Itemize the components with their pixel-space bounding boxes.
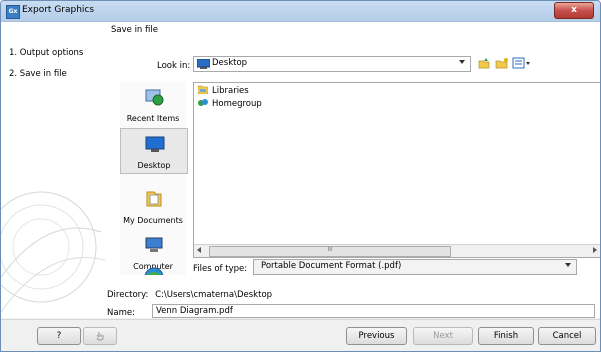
finish-button[interactable]: Finish [478,327,534,345]
horizontal-scrollbar[interactable]: III [194,244,600,257]
file-name: Libraries [212,86,249,96]
place-my-documents[interactable]: My Documents [120,184,186,228]
save-in-file-panel: Save in file Look in: Desktop Recent Ite… [105,22,600,318]
look-in-dropdown[interactable]: Desktop [193,56,471,72]
list-item-libraries[interactable]: Libraries [198,85,249,96]
decorative-swirl-graphic [1,191,105,313]
computer-icon [145,237,163,252]
file-name: Homegroup [212,99,262,109]
desktop-icon [197,59,210,69]
directory-row: Directory: C:\Users\cmaterna\Desktop [107,290,272,300]
view-menu-icon[interactable] [512,57,532,69]
directory-label: Directory: [107,290,149,300]
hand-pointer-icon [96,332,104,341]
scroll-grip: III [327,246,333,253]
place-label: Desktop [137,161,171,170]
step-save-in-file[interactable]: 2. Save in file [9,69,67,79]
export-graphics-dialog: Gx Export Graphics x 1. Output options 2… [0,0,601,352]
cancel-button[interactable]: Cancel [538,327,596,345]
place-recent-items[interactable]: Recent Items [120,82,186,126]
file-list[interactable]: Libraries Homegroup III [193,82,600,258]
scroll-right-arrow-icon[interactable] [593,247,597,253]
list-item-homegroup[interactable]: Homegroup [198,98,262,109]
name-label: Name: [107,308,135,318]
network-icon[interactable] [144,267,164,275]
directory-value: C:\Users\cmaterna\Desktop [155,290,273,300]
place-desktop[interactable]: Desktop [120,128,188,174]
help-button[interactable]: ? [37,327,81,345]
up-folder-icon[interactable] [477,57,491,69]
chevron-down-icon [565,263,571,267]
button-bar: ? Previous Next Finish Cancel [1,319,600,351]
desktop-icon [145,136,165,152]
files-of-type-label: Files of type: [193,264,248,274]
scrollbar-thumb[interactable]: III [209,246,451,257]
place-label: Recent Items [126,114,180,123]
look-in-value: Desktop [212,58,248,68]
libraries-icon [198,85,208,94]
documents-icon [146,191,162,207]
next-button[interactable]: Next [413,327,473,345]
title-bar[interactable]: Gx Export Graphics x [1,1,600,22]
file-name-input[interactable]: Venn Diagram.pdf [152,304,595,318]
recent-items-icon [145,89,164,106]
places-bar: Recent Items Desktop My Documents Comput… [120,82,188,275]
window-title: Export Graphics [22,5,95,15]
app-icon: Gx [6,5,20,19]
wizard-steps-panel: 1. Output options 2. Save in file [1,22,106,318]
place-label: My Documents [123,216,183,225]
pointer-tool-button[interactable] [83,327,117,345]
group-label: Save in file [111,25,158,35]
chevron-down-icon [459,60,465,64]
look-in-label: Look in: [157,61,191,71]
files-of-type-value: Portable Document Format (.pdf) [261,261,402,271]
close-button[interactable]: x [554,2,594,19]
step-output-options[interactable]: 1. Output options [9,48,83,58]
files-of-type-dropdown[interactable]: Portable Document Format (.pdf) [253,259,577,275]
previous-button[interactable]: Previous [346,327,407,345]
scroll-left-arrow-icon[interactable] [197,247,201,253]
homegroup-icon [198,99,208,106]
new-folder-icon[interactable] [495,57,509,69]
